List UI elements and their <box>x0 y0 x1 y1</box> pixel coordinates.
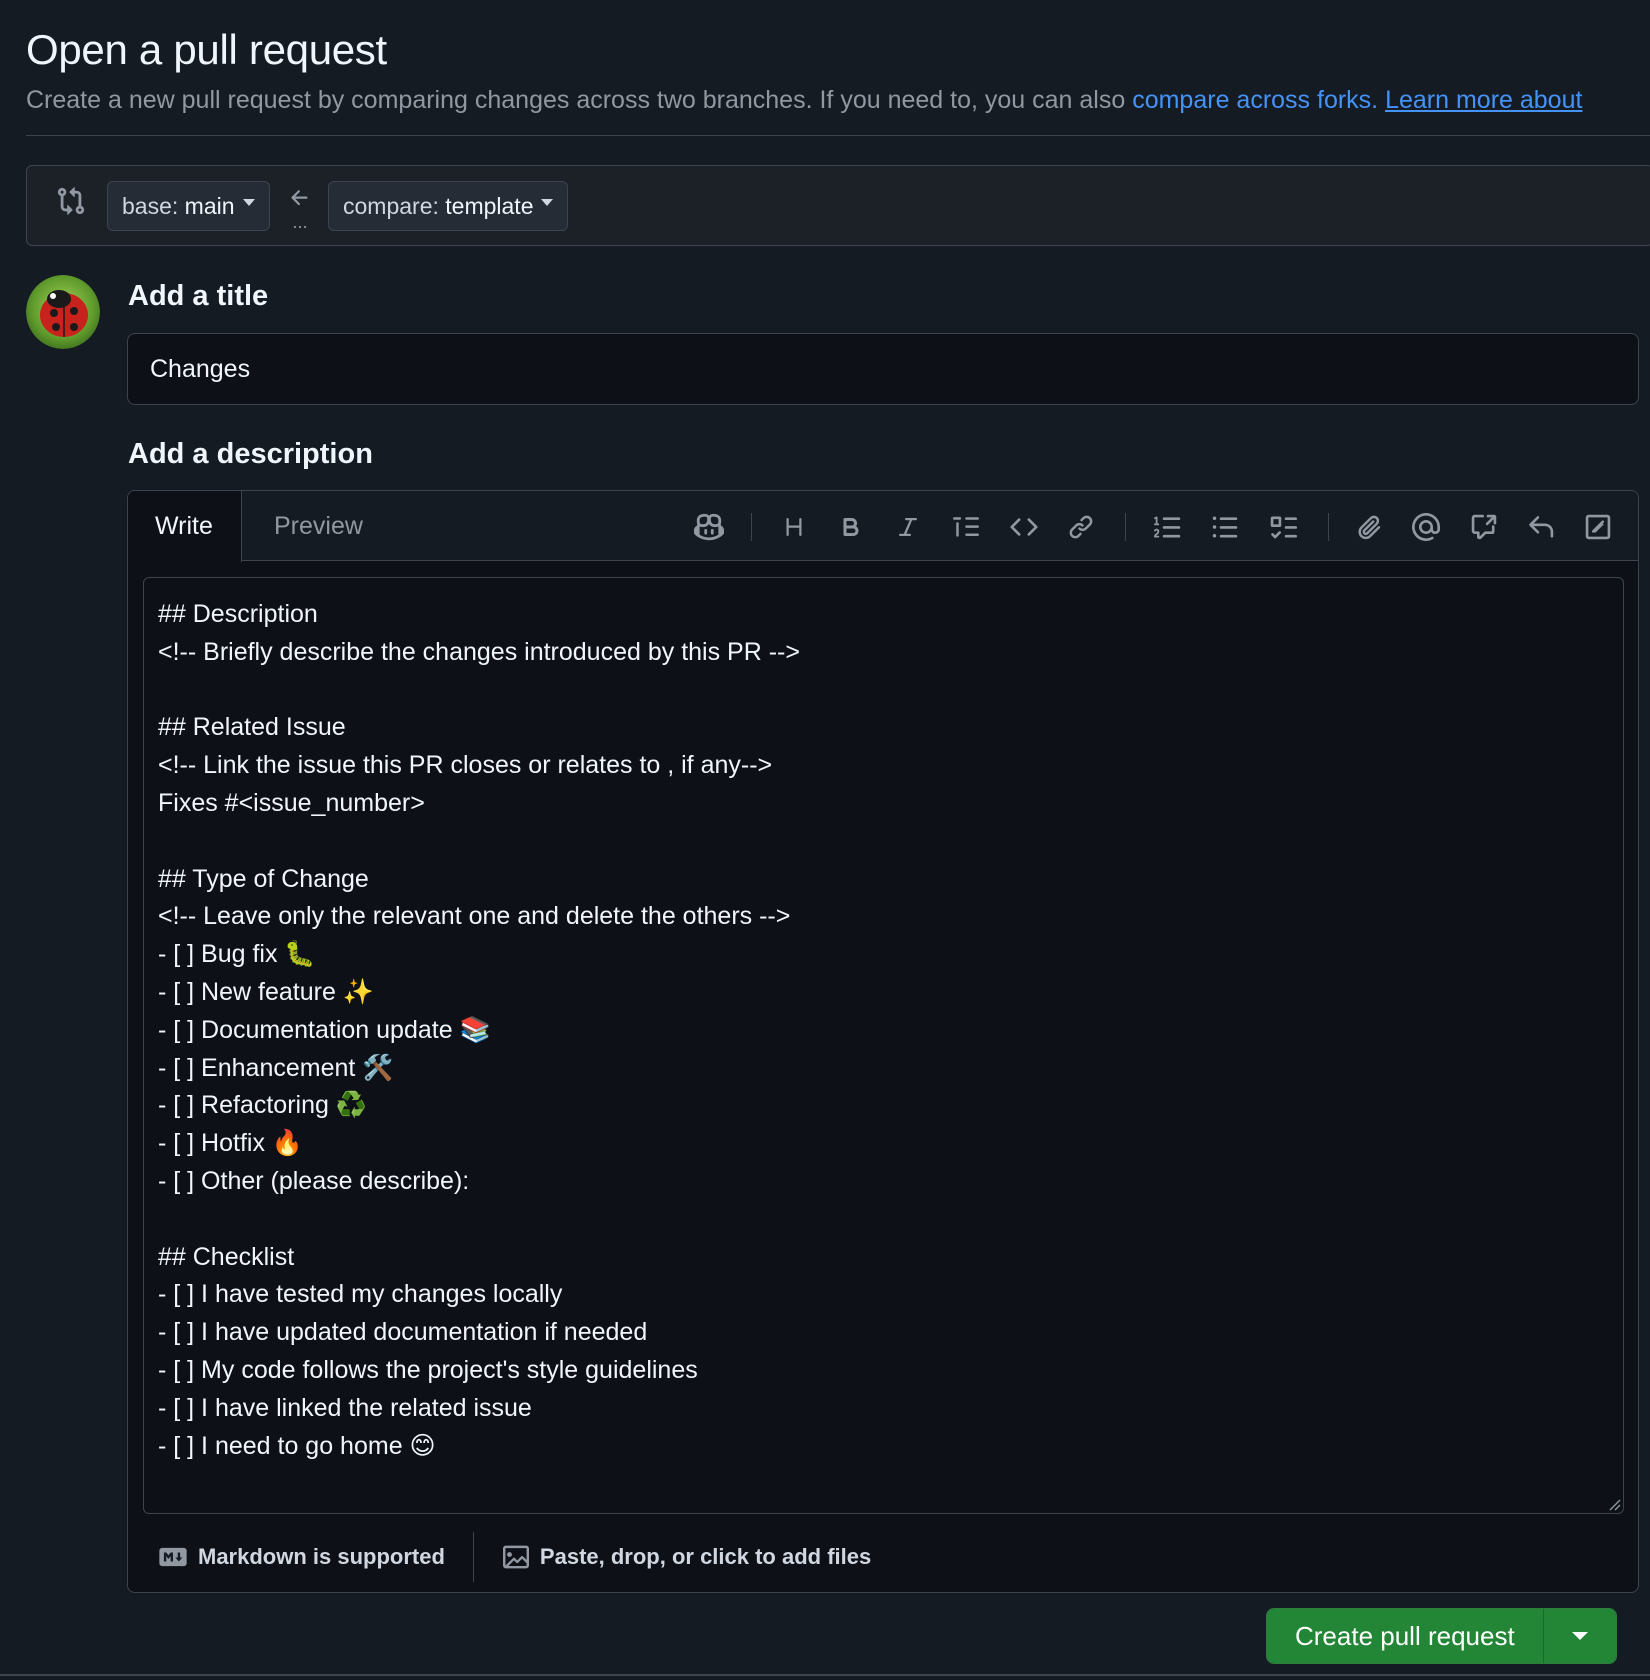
textarea-line: <!-- Link the issue this PR closes or re… <box>158 751 773 780</box>
quote-icon[interactable] <box>950 511 982 543</box>
arrow-ellipsis: ... <box>292 212 308 232</box>
italic-icon[interactable] <box>892 511 924 543</box>
markdown-supported-link[interactable]: Markdown is supported <box>158 1544 445 1570</box>
add-files-label: Paste, drop, or click to add files <box>539 1544 872 1569</box>
textarea-line: ## Type of Change <box>158 864 369 893</box>
base-branch-button[interactable]: base: main <box>107 181 270 231</box>
textarea-line: - [ ] Bug fix 🐛 <box>158 940 316 969</box>
textarea-line: <!-- Briefly describe the changes introd… <box>158 637 800 666</box>
textarea-line: - [ ] I have tested my changes locally <box>158 1280 563 1309</box>
textarea-line: - [ ] Hotfix 🔥 <box>158 1129 304 1158</box>
textarea-line: - [ ] I have linked the related issue <box>158 1393 532 1422</box>
tab-preview[interactable]: Preview <box>246 491 391 561</box>
toolbar-divider <box>751 513 752 541</box>
chevron-down-icon <box>1571 1632 1588 1640</box>
mention-icon[interactable] <box>1410 511 1442 543</box>
base-prefix: base: <box>122 192 179 219</box>
chevron-down-icon <box>541 198 554 206</box>
textarea-line: Fixes #<issue_number> <box>158 788 425 817</box>
compare-branch-button[interactable]: compare: template <box>328 181 569 231</box>
title-label: Add a title <box>128 280 269 312</box>
learn-more-link[interactable]: Learn more about <box>1385 86 1582 114</box>
textarea-line: ## Checklist <box>158 1242 295 1271</box>
avatar[interactable] <box>26 275 100 349</box>
toolbar-divider <box>1125 513 1126 541</box>
textarea-line <box>158 1201 1609 1239</box>
compare-across-forks-link[interactable]: compare across forks. <box>1132 86 1378 114</box>
textarea-line: ## Related Issue <box>158 713 346 742</box>
copilot-icon[interactable] <box>693 511 725 543</box>
textarea-line: - [ ] My code follows the project's styl… <box>158 1355 698 1384</box>
markdown-supported-label: Markdown is supported <box>198 1544 445 1569</box>
cross-reference-icon[interactable] <box>1468 511 1500 543</box>
textarea-line: - [ ] Documentation update 📚 <box>158 1015 491 1044</box>
code-icon[interactable] <box>1008 511 1040 543</box>
textarea-line: - [ ] I need to go home 😊 <box>158 1431 436 1460</box>
textarea-line: - [ ] New feature ✨ <box>158 977 374 1006</box>
textarea-line <box>158 823 1609 861</box>
branch-range-box <box>26 165 1650 246</box>
page-subtitle: Create a new pull request by comparing c… <box>26 86 1582 115</box>
saved-replies-icon[interactable] <box>1525 511 1557 543</box>
heading-icon[interactable] <box>778 511 810 543</box>
ordered-list-icon[interactable] <box>1152 511 1184 543</box>
base-branch-name: main <box>184 192 235 219</box>
description-editor: Write Preview ## Description <!-- Briefl… <box>127 490 1639 1593</box>
add-files-button[interactable]: Paste, drop, or click to add files <box>502 1544 871 1570</box>
textarea-line <box>158 672 1609 710</box>
tab-write[interactable]: Write <box>128 491 242 562</box>
create-pull-request-button[interactable]: Create pull request <box>1267 1609 1544 1663</box>
link-icon[interactable] <box>1065 511 1097 543</box>
textarea-line: - [ ] I have updated documentation if ne… <box>158 1318 648 1347</box>
textarea-line: <!-- Leave only the relevant one and del… <box>158 902 791 931</box>
compare-branch-name: template <box>445 192 534 219</box>
bold-icon[interactable] <box>835 511 867 543</box>
description-textarea[interactable]: ## Description <!-- Briefly describe the… <box>143 577 1624 1514</box>
chevron-down-icon <box>242 198 255 206</box>
editor-footer: Markdown is supported Paste, drop, or cl… <box>128 1521 1638 1592</box>
resize-handle-icon[interactable] <box>1607 1497 1621 1511</box>
page-title: Open a pull request <box>26 26 387 73</box>
compare-prefix: compare: <box>343 192 439 219</box>
bottom-divider <box>0 1674 1650 1676</box>
textarea-line: ## Description <box>158 600 318 628</box>
slash-commands-icon[interactable] <box>1582 511 1614 543</box>
textarea-line: - [ ] Enhancement 🛠️ <box>158 1053 394 1082</box>
unordered-list-icon[interactable] <box>1209 511 1241 543</box>
title-input[interactable] <box>127 333 1639 405</box>
textarea-line: - [ ] Other (please describe): <box>158 1166 470 1195</box>
header-divider <box>26 135 1650 136</box>
markdown-icon <box>159 1547 187 1567</box>
create-pull-request-group: Create pull request <box>1266 1608 1617 1664</box>
image-icon <box>502 1545 529 1569</box>
arrow-left-icon: ... <box>286 186 314 232</box>
git-compare-icon <box>56 186 86 216</box>
toolbar-divider <box>1328 513 1329 541</box>
create-options-dropdown[interactable] <box>1543 1609 1616 1663</box>
task-list-icon[interactable] <box>1267 511 1299 543</box>
textarea-line: - [ ] Refactoring ♻️ <box>158 1091 367 1120</box>
editor-header: Write Preview <box>128 491 1638 562</box>
footer-divider <box>472 1532 474 1582</box>
subtitle-text: Create a new pull request by comparing c… <box>26 86 1133 114</box>
attach-icon[interactable] <box>1353 511 1385 543</box>
description-label: Add a description <box>128 438 373 470</box>
